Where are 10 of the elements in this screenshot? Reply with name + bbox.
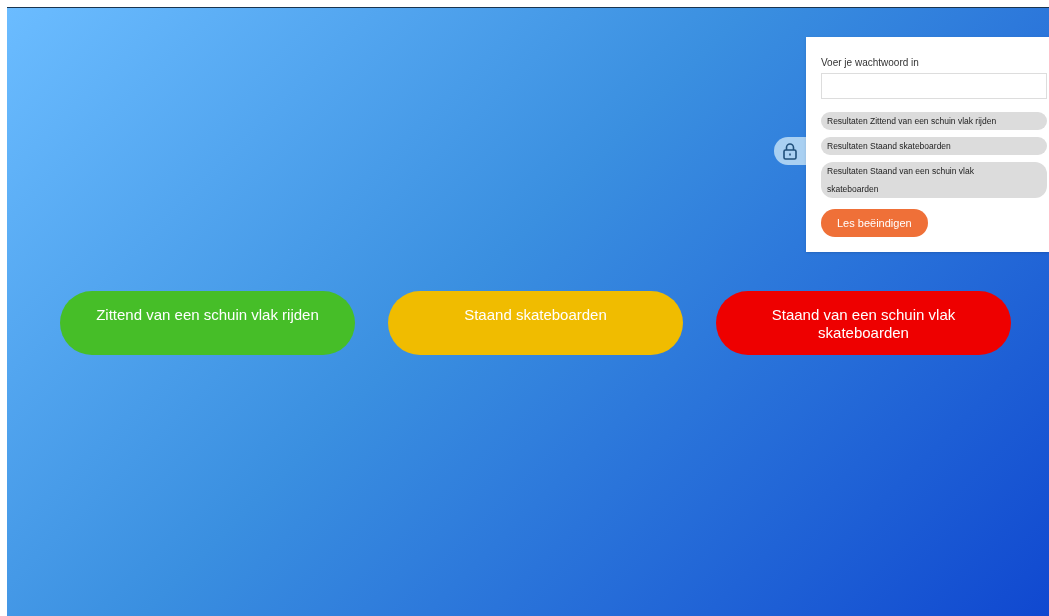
- results-button[interactable]: Resultaten Staand van een schuin vlak skateboarden: [821, 162, 1047, 198]
- end-lesson-button[interactable]: Les beëindigen: [821, 209, 928, 237]
- results-button[interactable]: Resultaten Zittend van een schuin vlak rijden: [821, 112, 1047, 130]
- password-label: Voer je wachtwoord in: [821, 56, 920, 70]
- lesson-button[interactable]: Zittend van een schuin vlak rijden: [60, 291, 355, 355]
- lock-icon: [783, 142, 797, 160]
- password-field[interactable]: [821, 73, 1047, 99]
- lock-tab[interactable]: [774, 137, 806, 165]
- results-button[interactable]: Resultaten Staand skateboarden: [821, 137, 1047, 155]
- lesson-button[interactable]: Staand van een schuin vlak skateboarden: [716, 291, 1011, 355]
